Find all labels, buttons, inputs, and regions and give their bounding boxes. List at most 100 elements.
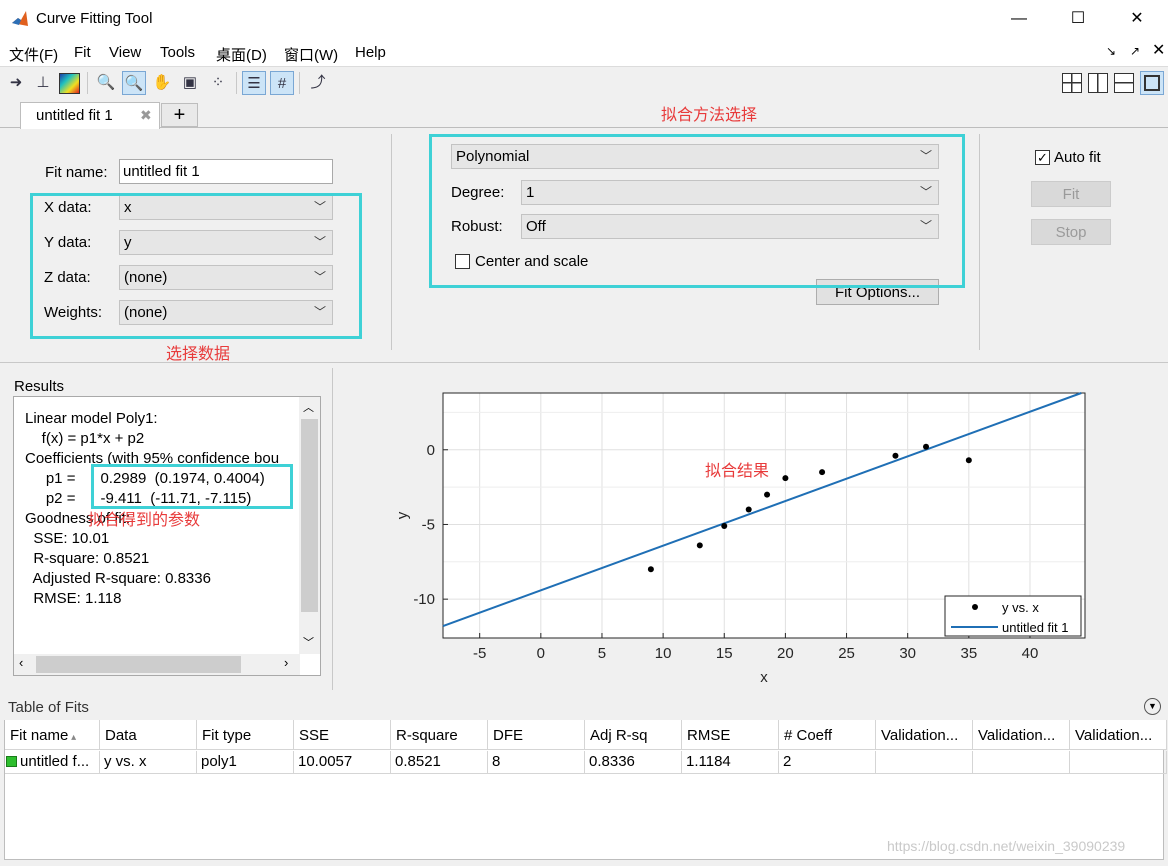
- toolbar: [0, 66, 1168, 100]
- column-header[interactable]: Adj R-sq: [585, 720, 682, 750]
- chevron-up-icon[interactable]: ︿: [303, 399, 314, 415]
- add-tab-button[interactable]: +: [161, 103, 198, 127]
- chevron-down-icon[interactable]: ﹀: [303, 634, 314, 650]
- panel-divider: [0, 362, 1168, 363]
- exclude-outliers-icon[interactable]: ⁘: [206, 71, 230, 95]
- close-window-button[interactable]: ✕: [1108, 0, 1166, 38]
- column-header[interactable]: Fit name ▴: [5, 720, 100, 750]
- results-title: Results: [14, 378, 65, 395]
- column-header[interactable]: Fit type: [197, 720, 294, 750]
- data-point: [696, 542, 703, 549]
- column-header[interactable]: Validation...: [876, 720, 973, 750]
- column-header[interactable]: R-square: [391, 720, 488, 750]
- fit-button[interactable]: Fit: [1031, 181, 1111, 207]
- results-panel: Linear model Poly1: f(x) = p1*x + p2 Coe…: [13, 396, 321, 676]
- grid-layout-icon[interactable]: [1062, 73, 1082, 93]
- chevron-left-icon[interactable]: ‹: [19, 655, 23, 670]
- table-cell[interactable]: 1.1184: [682, 751, 779, 774]
- pan-hand-icon[interactable]: ✋: [150, 71, 174, 95]
- result-line: Adjusted R-square: 0.8336: [25, 570, 211, 587]
- menu-file[interactable]: 文件(F): [9, 44, 58, 65]
- minimize-button[interactable]: —: [990, 0, 1048, 38]
- table-cell[interactable]: 10.0057: [294, 751, 391, 774]
- stop-button[interactable]: Stop: [1031, 219, 1111, 245]
- table-cell[interactable]: y vs. x: [100, 751, 197, 774]
- column-header[interactable]: Validation...: [1070, 720, 1167, 750]
- close-panel-icon[interactable]: ✕: [1152, 40, 1165, 60]
- undock-icon[interactable]: ↗: [1130, 44, 1140, 58]
- data-point: [764, 491, 771, 498]
- maximize-button[interactable]: ☐: [1049, 0, 1107, 38]
- column-header[interactable]: Data: [100, 720, 197, 750]
- result-line: RMSE: 1.118: [25, 590, 122, 607]
- data-annotation: 选择数据: [166, 346, 231, 363]
- horizontal-scroll-thumb[interactable]: [36, 656, 241, 673]
- auto-fit-label: Auto fit: [1054, 149, 1101, 166]
- fit-name-input[interactable]: untitled fit 1: [119, 159, 333, 184]
- menu-view[interactable]: View: [109, 44, 141, 61]
- two-row-layout-icon[interactable]: [1114, 73, 1134, 93]
- y-tick-label: 0: [427, 442, 435, 459]
- table-cell[interactable]: poly1: [197, 751, 294, 774]
- panel-divider: [332, 368, 333, 690]
- data-tip-icon[interactable]: ▣: [178, 71, 202, 95]
- params-highlight-box: [91, 464, 293, 509]
- section-divider: [979, 134, 980, 350]
- chevron-right-icon[interactable]: ›: [284, 655, 288, 670]
- dock-icon[interactable]: ↘: [1106, 44, 1116, 58]
- x-tick-label: 15: [716, 645, 733, 662]
- column-header[interactable]: DFE: [488, 720, 585, 750]
- column-header[interactable]: SSE: [294, 720, 391, 750]
- matlab-logo-icon: [12, 11, 28, 26]
- menu-window[interactable]: 窗口(W): [284, 44, 338, 65]
- grid-toggle-icon[interactable]: #: [270, 71, 294, 95]
- auto-fit-checkbox[interactable]: ✓: [1035, 150, 1050, 165]
- menu-fit[interactable]: Fit: [74, 44, 91, 61]
- exclude-icon[interactable]: ➜: [4, 71, 28, 95]
- table-title: Table of Fits: [8, 699, 89, 716]
- menu-desktop[interactable]: 桌面(D): [216, 44, 267, 65]
- single-layout-icon[interactable]: [1140, 71, 1164, 95]
- table-cell[interactable]: 8: [488, 751, 585, 774]
- legend-toggle-icon[interactable]: ☰: [242, 71, 266, 95]
- column-header[interactable]: RMSE: [682, 720, 779, 750]
- table-cell[interactable]: [973, 751, 1070, 774]
- x-tick-label: 25: [838, 645, 855, 662]
- menu-tools[interactable]: Tools: [160, 44, 195, 61]
- tab-untitled-fit-1[interactable]: untitled fit 1: [20, 102, 160, 129]
- table-cell[interactable]: [876, 751, 973, 774]
- method-highlight-box: [429, 134, 965, 288]
- two-column-layout-icon[interactable]: [1088, 73, 1108, 93]
- table-cell[interactable]: [1070, 751, 1167, 774]
- residuals-plot-icon[interactable]: ⤴: [306, 71, 330, 95]
- table-cell[interactable]: 2: [779, 751, 876, 774]
- y-tick-label: -5: [422, 516, 435, 533]
- legend-label: y vs. x: [1002, 600, 1039, 615]
- fit-status-icon: [6, 756, 17, 767]
- vertical-scroll-thumb[interactable]: [301, 419, 318, 612]
- tab-close-icon[interactable]: ✖: [140, 107, 152, 124]
- menu-help[interactable]: Help: [355, 44, 386, 61]
- x-tick-label: 30: [899, 645, 916, 662]
- colormap-icon[interactable]: [59, 73, 80, 94]
- zoom-out-icon[interactable]: 🔍: [122, 71, 146, 95]
- table-of-fits-header: Table of Fits ▼: [4, 697, 1164, 719]
- data-point: [892, 452, 899, 459]
- x-tick-label: 40: [1022, 645, 1039, 662]
- data-point: [965, 457, 972, 464]
- x-tick-label: 0: [537, 645, 545, 662]
- legend-point-marker: [972, 604, 978, 610]
- data-point: [647, 566, 654, 573]
- fit-plot[interactable]: -5 0 5 10 15 20 25 30 35 40 0 -5 -10 x y y vs. x untitle…: [334, 368, 1164, 690]
- zoom-in-icon[interactable]: 🔍: [94, 71, 118, 95]
- column-header[interactable]: # Coeff: [779, 720, 876, 750]
- collapse-icon[interactable]: ▼: [1144, 698, 1161, 715]
- x-tick-label: 20: [777, 645, 794, 662]
- table-cell[interactable]: untitled f...: [5, 751, 100, 774]
- column-header[interactable]: Validation...: [973, 720, 1070, 750]
- data-highlight-box: [30, 193, 362, 339]
- chart-annotation: 拟合结果: [705, 461, 769, 480]
- table-cell[interactable]: 0.8521: [391, 751, 488, 774]
- data-cursor-icon[interactable]: ⊥: [31, 71, 55, 95]
- table-cell[interactable]: 0.8336: [585, 751, 682, 774]
